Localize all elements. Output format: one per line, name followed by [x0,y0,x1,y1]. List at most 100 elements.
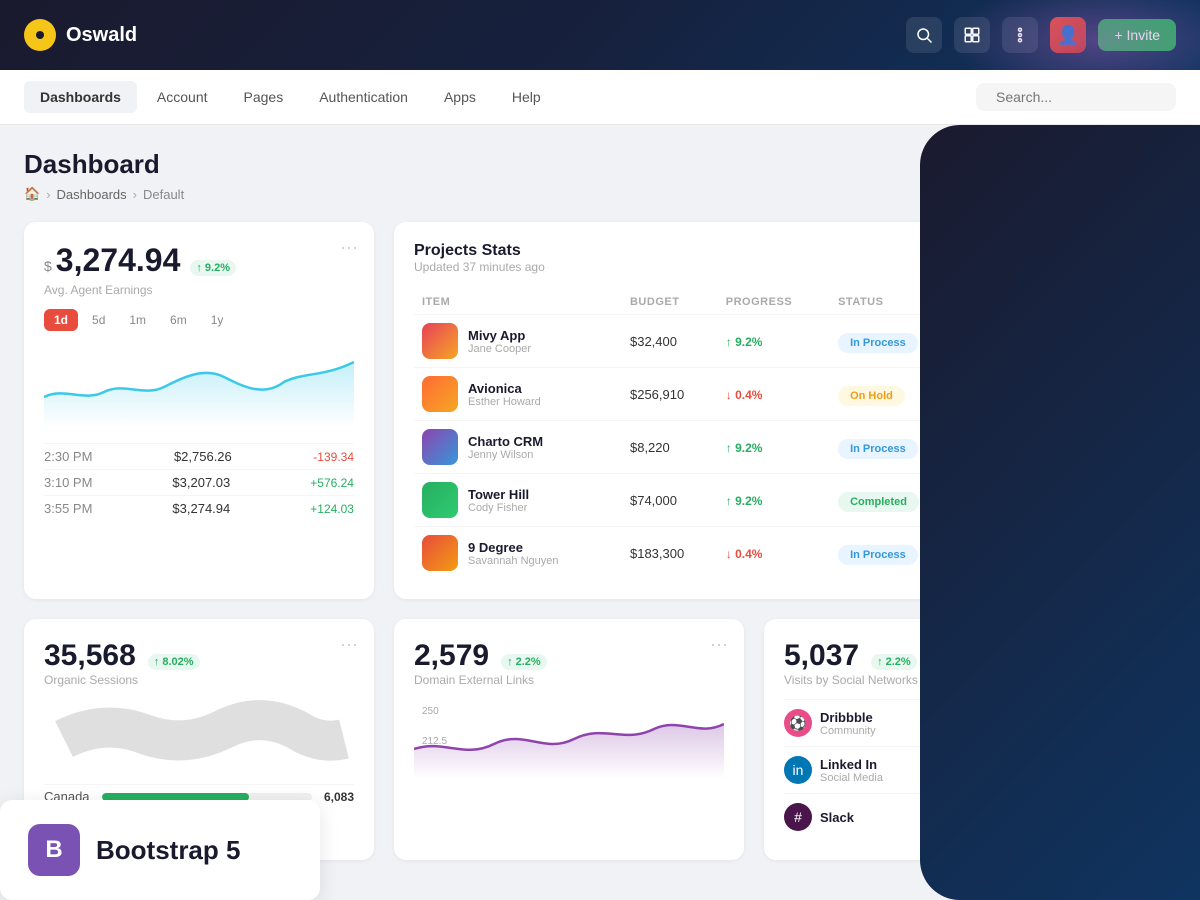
time-filter-1m[interactable]: 1m [119,309,156,331]
world-map-svg [44,699,354,779]
earnings-subtitle: Avg. Agent Earnings [44,283,354,297]
breadcrumb: 🏠 › Dashboards › Default [24,186,184,202]
col-budget: BUDGET [622,290,718,315]
subnav-item-pages[interactable]: Pages [228,81,300,113]
view-btn-9degree[interactable]: → [1101,539,1129,567]
sessions-map: Canada 6,083 [44,699,354,808]
earnings-row-2: 3:10 PM $3,207.03 +576.24 [44,469,354,495]
slack-icon: # [784,803,812,831]
svg-text:250: 250 [422,706,439,717]
social-subtitle: Visits by Social Networks [784,673,1156,687]
main-content: Dashboard 🏠 › Dashboards › Default New P… [0,125,1200,900]
projects-stats-card: Projects Stats Updated 37 minutes ago Hi… [394,222,1176,599]
subnav: Dashboards Account Pages Authentication … [0,70,1200,125]
earnings-row-1: 2:30 PM $2,756.26 -139.34 [44,443,354,469]
subnav-item-help[interactable]: Help [496,81,557,113]
col-chart: CHART [962,290,1093,315]
projects-header: Projects Stats Updated 37 minutes ago Hi… [414,242,1156,274]
social-card: ··· 5,037 ↑ 2.2% Visits by Social Networ… [764,619,1176,860]
domain-more-icon[interactable]: ··· [710,635,728,653]
projects-subtitle: Updated 37 minutes ago [414,260,545,274]
linkedin-icon: in [784,756,812,784]
bootstrap-icon: B [28,824,80,876]
col-view: VIEW [1093,290,1156,315]
earnings-amount: $ 3,274.94 ↑ 9.2% [44,242,354,279]
sessions-more-icon[interactable]: ··· [340,635,358,653]
search-box [976,83,1176,111]
social-amount-row: 5,037 ↑ 2.2% [784,639,1156,673]
sessions-subtitle: Organic Sessions [44,673,354,687]
project-icon-mivy [422,323,458,359]
breadcrumb-home-icon: 🏠 [24,186,40,202]
view-btn-avionica[interactable]: → [1101,380,1129,408]
domain-value: 2,579 [414,639,489,673]
subnav-item-account[interactable]: Account [141,81,224,113]
social-more-icon[interactable]: ··· [1142,635,1160,653]
sessions-badge: ↑ 8.02% [148,654,200,670]
sparkline-mivy [970,326,1050,354]
time-filter-1y[interactable]: 1y [201,309,234,331]
bootstrap-overlay: B Bootstrap 5 [0,800,320,900]
project-icon-9degree [422,535,458,571]
domain-chart: 250 212.5 [414,699,724,779]
sparkline-9degree [970,538,1050,566]
logo-area: Oswald [24,19,906,51]
social-row-slack: # Slack 794 ↑ 0.2% [784,793,1156,840]
view-btn-tower[interactable]: → [1101,486,1129,514]
table-row: Tower Hill Cody Fisher $74,000 ↑ 9.2% Co… [414,474,1156,527]
earnings-card: ··· $ 3,274.94 ↑ 9.2% Avg. Agent Earning… [24,222,374,599]
social-row-linkedin: in Linked In Social Media 1,088 ↓ 0.4% [784,746,1156,793]
col-progress: PROGRESS [718,290,830,315]
time-filter-5d[interactable]: 5d [82,309,115,331]
avatar[interactable]: 👤 [1050,17,1086,53]
page-title: Dashboard [24,149,184,180]
topbar: Oswald 👤 + Invite [0,0,1200,70]
page-header: Dashboard 🏠 › Dashboards › Default New P… [24,149,1176,202]
breadcrumb-dashboards[interactable]: Dashboards [57,187,127,202]
subnav-item-authentication[interactable]: Authentication [303,81,424,113]
table-row: 9 Degree Savannah Nguyen $183,300 ↓ 0.4%… [414,527,1156,580]
earnings-more-icon[interactable]: ··· [340,238,358,256]
col-item: ITEM [414,290,622,315]
time-filter-1d[interactable]: 1d [44,309,78,331]
topbar-icon-btn-1[interactable] [906,17,942,53]
view-btn-mivy[interactable]: → [1101,327,1129,355]
sparkline-avionica [970,379,1050,407]
bootstrap-label: Bootstrap 5 [96,835,240,866]
sessions-value: 35,568 [44,639,136,673]
new-project-button[interactable]: New Project [968,149,1081,183]
breadcrumb-default: Default [143,187,184,202]
earnings-value: 3,274.94 [56,242,181,279]
reports-button[interactable]: Reports [1091,150,1176,182]
col-status: STATUS [830,290,962,315]
sparkline-tower [970,485,1050,513]
earnings-badge: ↑ 9.2% [190,260,236,276]
domain-amount: 2,579 ↑ 2.2% [414,639,724,673]
table-row: Charto CRM Jenny Wilson $8,220 ↑ 9.2% In… [414,421,1156,474]
page-title-area: Dashboard 🏠 › Dashboards › Default [24,149,184,202]
project-icon-avionica [422,376,458,412]
logo-text: Oswald [66,24,137,47]
history-button[interactable]: History [1095,242,1156,268]
subnav-item-dashboards[interactable]: Dashboards [24,81,137,113]
topbar-actions: 👤 + Invite [906,17,1176,53]
social-badge: ↑ 2.2% [871,654,917,670]
earnings-chart [44,347,354,427]
search-input[interactable] [996,89,1177,105]
topbar-icon-btn-3[interactable] [1002,17,1038,53]
projects-table: ITEM BUDGET PROGRESS STATUS CHART VIEW [414,290,1156,579]
project-icon-tower [422,482,458,518]
invite-button[interactable]: + Invite [1098,19,1176,51]
time-filter-6m[interactable]: 6m [160,309,197,331]
social-value: 5,037 [784,639,859,673]
domain-badge: ↑ 2.2% [501,654,547,670]
currency-sign: $ [44,258,52,274]
page-header-actions: New Project Reports [968,149,1177,183]
project-icon-charto [422,429,458,465]
topbar-icon-btn-2[interactable] [954,17,990,53]
social-row-dribbble: ⚽ Dribbble Community 579 ↑ 2.6% [784,699,1156,746]
subnav-item-apps[interactable]: Apps [428,81,492,113]
view-btn-charto[interactable]: → [1101,433,1129,461]
sessions-amount: 35,568 ↑ 8.02% [44,639,354,673]
dribbble-icon: ⚽ [784,709,812,737]
